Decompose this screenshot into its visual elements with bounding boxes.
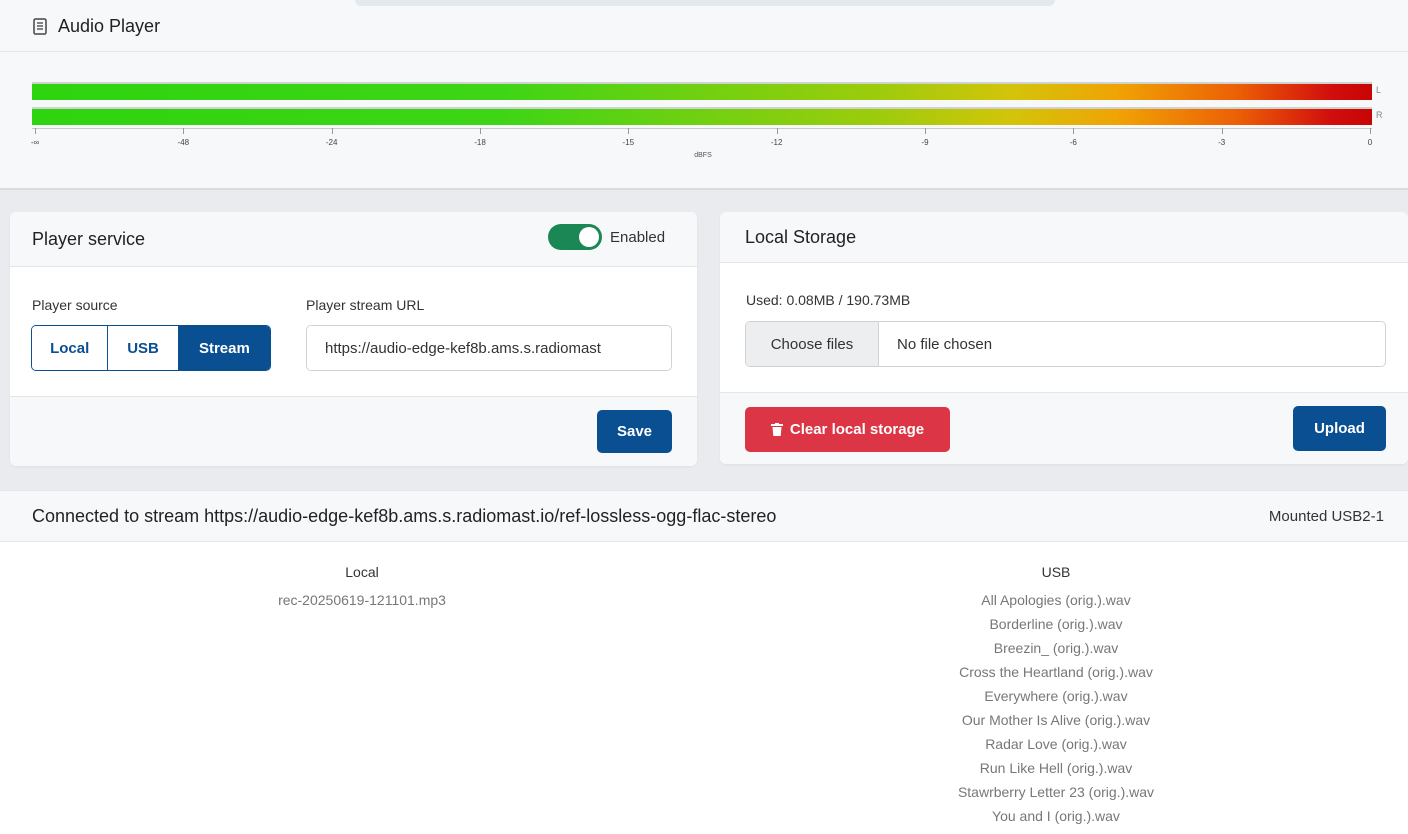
meter-tick xyxy=(1221,128,1223,134)
channel-label-left: L xyxy=(1376,85,1382,95)
toggle-knob xyxy=(579,227,599,247)
meter-tick xyxy=(331,128,333,134)
meter-tick xyxy=(183,128,185,134)
meter-axis-title: dBFS xyxy=(694,152,712,159)
file-chooser[interactable]: Choose files No file chosen xyxy=(745,321,1386,367)
enabled-toggle-label: Enabled xyxy=(610,229,666,246)
local-storage-title: Local Storage xyxy=(745,227,857,247)
list-item[interactable]: Breezin_ (orig.).wav xyxy=(856,636,1256,660)
meter-tick-label: -18 xyxy=(474,138,486,147)
source-usb-button[interactable]: USB xyxy=(108,326,179,370)
usb-files-list: All Apologies (orig.).wav Borderline (ori… xyxy=(856,588,1256,828)
list-item[interactable]: Cross the Heartland (orig.).wav xyxy=(856,660,1256,684)
player-service-footer: Save xyxy=(10,396,697,466)
player-service-card: Player service Enabled Player source Loc… xyxy=(10,212,697,466)
local-files-column: Local rec-20250619-121101.mp3 xyxy=(162,564,562,612)
meter-tick-label: -6 xyxy=(1069,138,1077,147)
connection-status: Connected to stream https://audio-edge-k… xyxy=(32,506,777,526)
usb-files-title: USB xyxy=(1041,564,1071,580)
mount-status: Mounted USB2-1 xyxy=(1268,508,1384,525)
player-source-group: Local USB Stream xyxy=(31,325,271,371)
stream-url-label: Player stream URL xyxy=(306,297,425,313)
file-lists: Local rec-20250619-121101.mp3 USB All Ap… xyxy=(0,542,1408,834)
storage-used-text: Used: 0.08MB / 190.73MB xyxy=(746,292,911,308)
local-files-list: rec-20250619-121101.mp3 xyxy=(162,588,562,612)
app-title: Audio Player xyxy=(58,16,161,36)
app-title-wrap: Audio Player xyxy=(32,16,160,37)
top-bar: Audio Player xyxy=(0,0,1408,52)
local-storage-header: Local Storage xyxy=(720,212,1408,263)
list-item[interactable]: You and I (orig.).wav xyxy=(856,804,1256,828)
source-stream-button[interactable]: Stream xyxy=(178,326,270,370)
trash-icon xyxy=(770,423,783,436)
meter-tick xyxy=(35,128,36,134)
level-meter: L R -∞ -48 -24 -18 -15 -12 -9 -6 -3 0 dBFS xyxy=(0,52,1408,190)
list-item[interactable]: Run Like Hell (orig.).wav xyxy=(856,756,1256,780)
meter-tick xyxy=(1073,128,1075,134)
meter-tick xyxy=(1370,128,1371,134)
meter-tick-label: -48 xyxy=(177,138,190,147)
enabled-toggle[interactable] xyxy=(548,224,602,250)
meter-tick-label: -12 xyxy=(770,138,783,147)
usb-files-column: USB All Apologies (orig.).wav Borderline … xyxy=(856,564,1256,828)
file-icon xyxy=(33,18,47,35)
meter-tick-label: -24 xyxy=(325,138,338,147)
meter-tick-label: -9 xyxy=(921,138,929,147)
meter-tick xyxy=(480,128,481,134)
list-item[interactable]: Radar Love (orig.).wav xyxy=(856,732,1256,756)
meter-tick xyxy=(776,128,778,134)
meter-tick-label: -15 xyxy=(622,138,635,147)
meter-tick xyxy=(628,128,630,134)
status-bar: Connected to stream https://audio-edge-k… xyxy=(0,490,1408,542)
list-item[interactable]: Borderline (orig.).wav xyxy=(856,612,1256,636)
list-item[interactable]: Everywhere (orig.).wav xyxy=(856,684,1256,708)
stream-url-input[interactable]: https://audio-edge-kef8b.ams.s.radiomast xyxy=(306,325,672,371)
save-button[interactable]: Save xyxy=(597,410,672,453)
local-storage-card: Local Storage Used: 0.08MB / 190.73MB Ch… xyxy=(720,212,1408,464)
meter-tick-label: -3 xyxy=(1218,138,1226,147)
no-file-chosen-text: No file chosen xyxy=(897,335,993,353)
channel-label-right: R xyxy=(1376,110,1383,120)
meter-axis xyxy=(32,128,1372,129)
player-service-header: Player service Enabled xyxy=(10,212,697,267)
upload-button[interactable]: Upload xyxy=(1293,406,1386,451)
player-service-title: Player service xyxy=(32,229,146,249)
meter-tick-label: -∞ xyxy=(30,138,40,147)
meter-tick xyxy=(925,128,926,134)
player-source-label: Player source xyxy=(32,297,118,313)
clear-local-storage-button[interactable]: Clear local storage xyxy=(745,407,950,452)
list-item[interactable]: rec-20250619-121101.mp3 xyxy=(162,588,562,612)
list-item[interactable]: Our Mother Is Alive (orig.).wav xyxy=(856,708,1256,732)
meter-bar-right xyxy=(32,107,1372,125)
meter-bar-left xyxy=(32,82,1372,100)
local-files-title: Local xyxy=(345,564,379,580)
list-item[interactable]: Stawrberry Letter 23 (orig.).wav xyxy=(856,780,1256,804)
meter-tick-label: 0 xyxy=(1367,138,1373,147)
top-accent xyxy=(355,0,1055,6)
list-item[interactable]: All Apologies (orig.).wav xyxy=(856,588,1256,612)
clear-local-storage-label: Clear local storage xyxy=(789,421,925,438)
choose-files-button[interactable]: Choose files xyxy=(746,322,879,366)
source-local-button[interactable]: Local xyxy=(32,326,109,370)
local-storage-footer: Clear local storage Upload xyxy=(720,392,1408,464)
